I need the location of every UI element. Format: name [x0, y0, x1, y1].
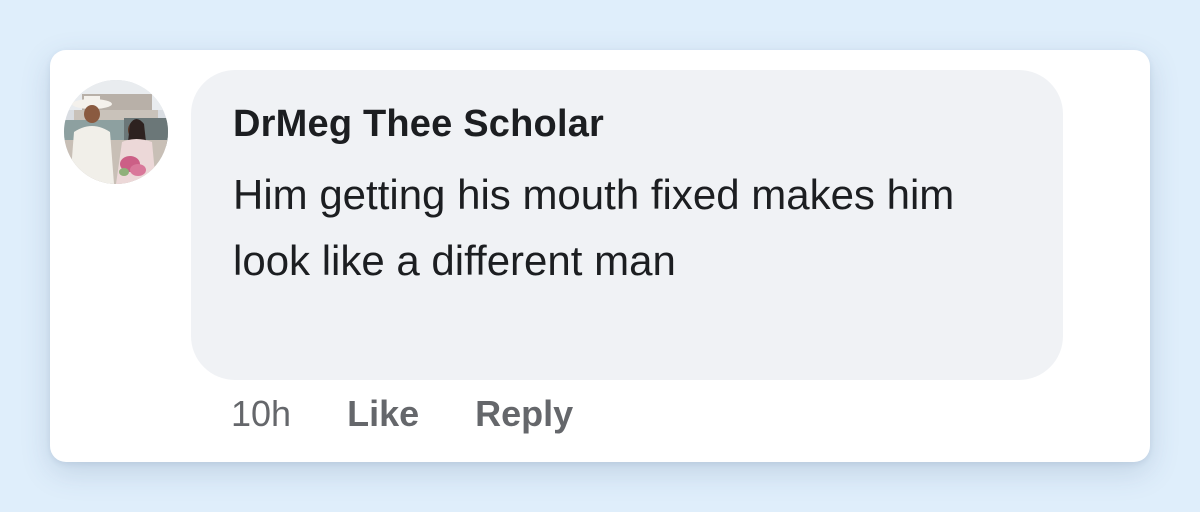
- comment-timestamp[interactable]: 10h: [231, 393, 291, 435]
- comment-text: Him getting his mouth fixed makes him lo…: [233, 171, 955, 284]
- comment-card: DrMeg Thee Scholar Him getting his mouth…: [50, 50, 1150, 462]
- comment-author[interactable]: DrMeg Thee Scholar: [233, 103, 604, 146]
- like-button[interactable]: Like: [347, 393, 419, 435]
- comment-bubble: DrMeg Thee Scholar Him getting his mouth…: [191, 70, 1063, 380]
- avatar[interactable]: [64, 80, 168, 184]
- comment-actions: 10h Like Reply: [231, 390, 629, 438]
- profile-photo: [64, 80, 168, 184]
- reply-button[interactable]: Reply: [475, 393, 573, 435]
